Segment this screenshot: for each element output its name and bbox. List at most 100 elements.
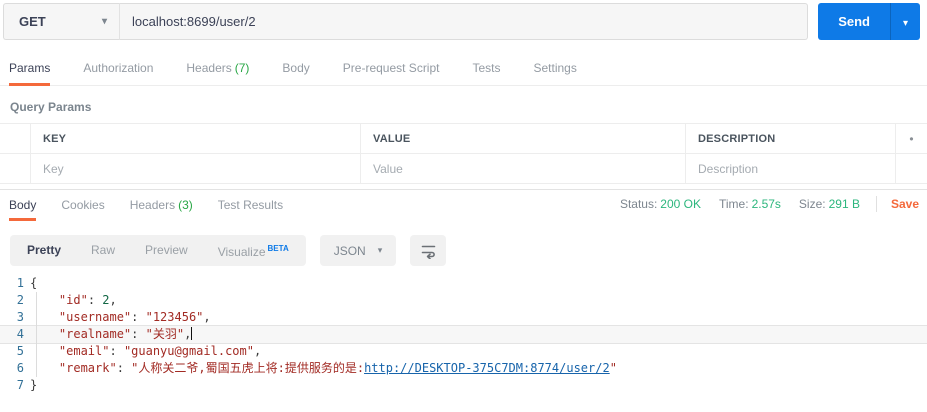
- line-number: 6: [16, 361, 24, 375]
- code-line: 1{: [0, 275, 927, 292]
- response-tab-test-results[interactable]: Test Results: [218, 198, 283, 221]
- tab-label: Pre-request Script: [342, 61, 440, 75]
- send-button[interactable]: Send: [818, 3, 890, 40]
- text-cursor: [191, 327, 193, 340]
- tab-pre-request-script[interactable]: Pre-request Script: [343, 61, 440, 85]
- wrap-text-button[interactable]: [410, 235, 447, 266]
- headers-count-badge: (7): [234, 61, 250, 75]
- chevron-down-icon: ▾: [902, 18, 909, 29]
- line-content: "remark": "人称关二爷,蜀国五虎上将:提供服务的是:http://DE…: [30, 360, 617, 377]
- language-dropdown[interactable]: JSON ▾: [319, 235, 397, 266]
- size-label: Size:: [798, 197, 826, 211]
- headers-count-badge: (3): [178, 198, 193, 212]
- code-token: "email": [58, 344, 110, 358]
- line-number: 5: [16, 344, 24, 358]
- size-badge: Size: 291 B: [799, 197, 860, 211]
- view-raw[interactable]: Raw: [76, 235, 130, 266]
- tab-label: Headers: [186, 61, 232, 75]
- tab-params[interactable]: Params: [9, 61, 51, 86]
- send-button-group: Send ▾: [818, 3, 920, 40]
- more-options-icon[interactable]: •: [896, 124, 927, 153]
- code-token: :: [87, 293, 103, 307]
- code-lines: 1{2 "id": 2, 3 "username": "123456", 4 "re…: [0, 275, 927, 394]
- key-input[interactable]: Key: [31, 154, 361, 183]
- tab-label: Settings: [533, 61, 577, 75]
- line-number: 1: [16, 276, 24, 290]
- line-number: 2: [16, 293, 24, 307]
- response-toolbar: Pretty Raw Preview Visualize BETA JSON ▾: [10, 235, 927, 266]
- url-input[interactable]: localhost:8699/user/2: [119, 3, 809, 40]
- tab-settings[interactable]: Settings: [534, 61, 577, 85]
- query-params-table: KEY VALUE DESCRIPTION • Key Value Descri…: [0, 123, 927, 184]
- response-link[interactable]: http://DESKTOP-375C7DM:8774/user/2: [364, 361, 610, 375]
- tab-body[interactable]: Body: [282, 61, 309, 85]
- tab-tests[interactable]: Tests: [472, 61, 500, 85]
- table-row: Key Value Description: [0, 154, 927, 184]
- view-visualize[interactable]: Visualize BETA: [203, 233, 304, 268]
- time-badge: Time: 2.57s: [719, 197, 781, 211]
- wrap-text-icon: [421, 245, 436, 259]
- chevron-down-icon: ▾: [101, 16, 107, 27]
- code-line: 3 "username": "123456",: [0, 309, 927, 326]
- line-number: 7: [16, 378, 24, 392]
- line-content: {: [30, 275, 37, 292]
- line-content: "realname": "关羽",: [30, 326, 193, 343]
- code-token: ,: [109, 293, 117, 307]
- code-token: ,: [203, 310, 211, 324]
- value-input[interactable]: Value: [361, 154, 686, 183]
- response-meta: Status: 200 OK Time: 2.57s Size: 291 B Save: [602, 196, 919, 221]
- code-token: :: [131, 327, 146, 341]
- code-token: ": [609, 361, 617, 375]
- row-select-cell: [0, 154, 31, 183]
- description-input[interactable]: Description: [686, 154, 896, 183]
- line-content: "id": 2,: [30, 292, 117, 309]
- code-line: 7}: [0, 377, 927, 394]
- method-dropdown[interactable]: GET ▾: [3, 3, 119, 40]
- view-preview[interactable]: Preview: [130, 235, 203, 266]
- code-token: :: [131, 310, 146, 324]
- indent-guide: [36, 292, 37, 377]
- code-token: "guanyu@gmail.com": [123, 344, 254, 358]
- tab-authorization[interactable]: Authorization: [83, 61, 153, 85]
- time-value: 2.57s: [751, 197, 781, 211]
- response-tab-body[interactable]: Body: [9, 198, 37, 221]
- request-bar: GET ▾ localhost:8699/user/2 Send ▾: [3, 3, 920, 40]
- line-number: 4: [16, 327, 24, 341]
- save-response-button[interactable]: Save: [891, 197, 919, 211]
- response-body-editor[interactable]: 1{2 "id": 2, 3 "username": "123456", 4 "re…: [0, 275, 927, 394]
- url-value: localhost:8699/user/2: [132, 14, 256, 29]
- code-line: 2 "id": 2,: [0, 292, 927, 309]
- tab-label: Body: [9, 198, 37, 212]
- response-header: Body Cookies Headers (3) Test Results Sta…: [0, 196, 927, 221]
- code-token: "remark": [58, 361, 117, 375]
- language-label: JSON: [333, 243, 366, 258]
- size-value: 291 B: [828, 197, 860, 211]
- code-token: "关羽": [145, 327, 185, 341]
- tab-label: Test Results: [217, 198, 284, 212]
- code-token: "username": [58, 310, 132, 324]
- section-divider: [0, 189, 927, 190]
- method-label: GET: [19, 14, 46, 29]
- response-tab-cookies[interactable]: Cookies: [61, 198, 104, 221]
- code-line: 6 "remark": "人称关二爷,蜀国五虎上将:提供服务的是:http://…: [0, 360, 927, 377]
- tab-headers[interactable]: Headers (7): [186, 61, 249, 85]
- response-tab-headers[interactable]: Headers (3): [130, 198, 193, 221]
- time-label: Time:: [719, 197, 749, 211]
- row-end-cell: [896, 154, 927, 183]
- code-token: :: [116, 361, 132, 375]
- ellipsis-icon: •: [909, 131, 914, 146]
- code-token: ,: [253, 344, 262, 358]
- chevron-down-icon: ▾: [377, 245, 383, 255]
- view-pretty[interactable]: Pretty: [12, 235, 76, 266]
- send-options-button[interactable]: ▾: [890, 3, 920, 40]
- code-token: "id": [58, 293, 88, 307]
- line-content: "email": "guanyu@gmail.com",: [30, 343, 261, 360]
- line-content: "username": "123456",: [30, 309, 211, 326]
- code-token: }: [30, 378, 38, 392]
- tab-label: Params: [9, 61, 51, 75]
- tab-label: Body: [282, 61, 310, 75]
- table-header-row: KEY VALUE DESCRIPTION •: [0, 124, 927, 154]
